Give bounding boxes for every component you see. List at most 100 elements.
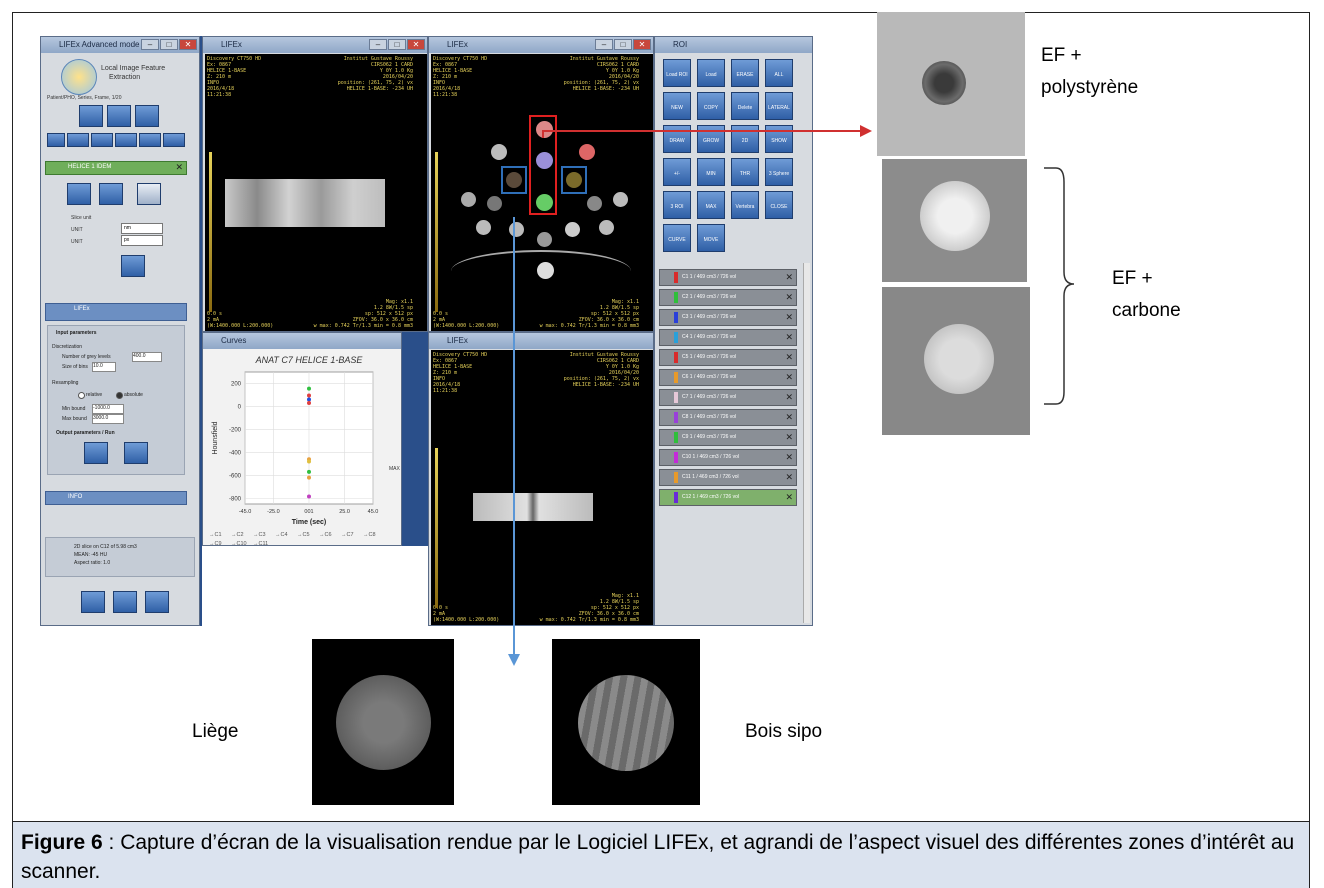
roi-tool-erase[interactable]: ERASE [731, 59, 759, 87]
tool-sg-button[interactable] [139, 133, 161, 147]
move-button[interactable] [121, 255, 145, 277]
roi-row-c5[interactable]: C5 1 / 469 cm3 / 726 vol ✕ [659, 349, 797, 366]
roi-tool-grid: Load ROILoad BoundsERASEALL NEWCOPYDelete… [663, 59, 803, 259]
tool-mm-button[interactable] [163, 133, 185, 147]
roi-row-c9[interactable]: C9 1 / 469 cm3 / 726 vol ✕ [659, 429, 797, 446]
quit-button[interactable] [145, 591, 169, 613]
num-gray-levels-label: Number of grey levels [62, 354, 111, 360]
dir-button[interactable] [81, 591, 105, 613]
roi-tool-vertebra[interactable]: Vertebra [731, 191, 759, 219]
roi-tool-max[interactable]: MAX [697, 191, 725, 219]
tool-3d-button[interactable] [47, 133, 65, 147]
roi-tool-thr[interactable]: THR [731, 158, 759, 186]
roi-color-swatch [674, 272, 678, 283]
close-icon[interactable]: ✕ [785, 472, 793, 483]
close-icon[interactable]: ✕ [785, 392, 793, 403]
info-panel-name: INFO [68, 494, 83, 500]
close-button-v1[interactable]: ✕ [407, 39, 425, 50]
lifex-panel-header[interactable]: LIFEx [45, 303, 187, 321]
ct-view-axial[interactable]: Discovery CT750 HD Ex: 0867 HELICE 1-BAS… [431, 54, 653, 331]
roi-row-c11[interactable]: C11 1 / 469 cm3 / 726 vol ✕ [659, 469, 797, 486]
close-icon[interactable]: ✕ [785, 452, 793, 463]
size-bins-field[interactable]: 10.0 [92, 362, 116, 372]
roi-row-c8[interactable]: C8 1 / 469 cm3 / 726 vol ✕ [659, 409, 797, 426]
y-tick-label: 200 [231, 381, 242, 387]
roi-tool-load-bounds[interactable]: Load Bounds [697, 59, 725, 108]
minimize-button-v1[interactable]: – [369, 39, 387, 50]
ct-view-sagittal[interactable]: Discovery CT750 HD Ex: 0867 HELICE 1-BAS… [205, 54, 427, 331]
pixel-button[interactable] [135, 105, 159, 127]
close-icon[interactable]: ✕ [785, 372, 793, 383]
data-point-c2 [307, 386, 311, 391]
roi-tool-copy[interactable]: COPY [697, 92, 725, 120]
min-bound-field[interactable]: -1000.0 [92, 404, 124, 414]
filter-button[interactable] [107, 105, 131, 127]
roi-tool-show[interactable]: SHOW [765, 125, 793, 153]
run-button[interactable] [124, 442, 148, 464]
info-line-2: MEAN: -45 HU [74, 552, 108, 558]
info-panel-header[interactable]: INFO [45, 491, 187, 505]
close-icon[interactable]: ✕ [175, 162, 183, 173]
roi-tool--[interactable]: +/- [663, 158, 691, 186]
maximize-button[interactable]: □ [160, 39, 178, 50]
minimize-button-v2[interactable]: – [595, 39, 613, 50]
dicm-button[interactable] [137, 183, 161, 205]
roi-row-c12[interactable]: C12 1 / 469 cm3 / 726 vol ✕ [659, 489, 797, 506]
ct-view-coronal[interactable]: Discovery CT750 HD Ex: 0867 HELICE 1-BAS… [431, 350, 653, 625]
max-bound-field[interactable]: 3000.0 [92, 414, 124, 424]
relative-radio[interactable] [78, 392, 85, 399]
roi-panel-header[interactable]: HELICE 1 IDEM ✕ [45, 161, 187, 175]
tool-axi-button[interactable] [91, 133, 113, 147]
absolute-radio[interactable] [116, 392, 123, 399]
roi-row-c10[interactable]: C10 1 / 469 cm3 / 726 vol ✕ [659, 449, 797, 466]
roi-row-c7[interactable]: C7 1 / 469 cm3 / 726 vol ✕ [659, 389, 797, 406]
roi-tool-load-roi[interactable]: Load ROI [663, 59, 691, 87]
roi-row-c1[interactable]: C1 1 / 469 cm3 / 726 vol ✕ [659, 269, 797, 286]
roi-tool-close[interactable]: CLOSE [765, 191, 793, 219]
close-button[interactable]: ✕ [179, 39, 197, 50]
close-icon[interactable]: ✕ [785, 432, 793, 443]
roi-row-c6[interactable]: C6 1 / 469 cm3 / 726 vol ✕ [659, 369, 797, 386]
max-button[interactable] [99, 183, 123, 205]
roi-row-c2[interactable]: C2 1 / 469 cm3 / 726 vol ✕ [659, 289, 797, 306]
roi-scrollbar[interactable] [803, 263, 810, 623]
roi-tool-grow[interactable]: GROW [697, 125, 725, 153]
close-icon[interactable]: ✕ [785, 272, 793, 283]
prep-button[interactable] [113, 591, 137, 613]
unit-select-2[interactable]: px [121, 235, 163, 246]
num-gray-levels-field[interactable]: 400.0 [132, 352, 162, 362]
roi-tool-all[interactable]: ALL [765, 59, 793, 87]
roi-tool-3-roi[interactable]: 3 ROI [663, 191, 691, 219]
roi-tool-3-sphere[interactable]: 3 Sphere [765, 158, 793, 186]
label-ef-poly-1: EF + [1041, 45, 1082, 66]
roi-tool-draw[interactable]: DRAW [663, 125, 691, 153]
maximize-button-v1[interactable]: □ [388, 39, 406, 50]
close-icon[interactable]: ✕ [785, 332, 793, 343]
output-params-button[interactable] [84, 442, 108, 464]
viewer-title-1: LIFEx [221, 40, 242, 49]
tool-cor-button[interactable] [115, 133, 137, 147]
close-button-v2[interactable]: ✕ [633, 39, 651, 50]
unit-select-1[interactable]: nm [121, 223, 163, 234]
roi-tool-min[interactable]: MIN [697, 158, 725, 186]
roi-tool-new[interactable]: NEW [663, 92, 691, 120]
roi-tool-delete[interactable]: Delete [731, 92, 759, 120]
minimize-button[interactable]: – [141, 39, 159, 50]
roi-tool-curve[interactable]: CURVE [663, 224, 691, 252]
close-icon[interactable]: ✕ [785, 412, 793, 423]
close-icon[interactable]: ✕ [785, 292, 793, 303]
data-point-c5 [307, 400, 311, 405]
roi-tool-move[interactable]: MOVE [697, 224, 725, 252]
close-icon[interactable]: ✕ [785, 492, 793, 503]
roi-tool-lateral[interactable]: LATERAL [765, 92, 793, 120]
tool-seg-button[interactable] [67, 133, 89, 147]
roi-row-c3[interactable]: C3 1 / 469 cm3 / 726 vol ✕ [659, 309, 797, 326]
overlay-top-right-2: Institut Gustave Roussy CIRS062 1 CARD Y… [563, 56, 639, 92]
close-icon[interactable]: ✕ [785, 312, 793, 323]
roi-row-c4[interactable]: C4 1 / 469 cm3 / 726 vol ✕ [659, 329, 797, 346]
close-icon[interactable]: ✕ [785, 352, 793, 363]
texture-button[interactable] [79, 105, 103, 127]
histo-button[interactable] [67, 183, 91, 205]
roi-tool-2d[interactable]: 2D [731, 125, 759, 153]
maximize-button-v2[interactable]: □ [614, 39, 632, 50]
